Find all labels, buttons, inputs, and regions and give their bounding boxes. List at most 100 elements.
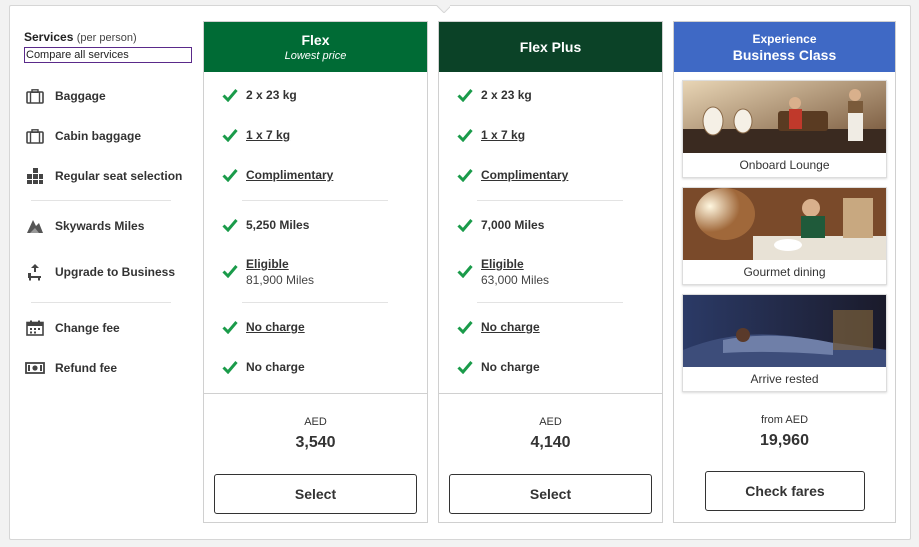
checkmark-icon xyxy=(222,129,238,142)
select-flex-button[interactable]: Select xyxy=(214,474,417,514)
service-label: Upgrade to Business xyxy=(55,265,176,279)
services-title-text: Services xyxy=(24,30,74,44)
upgrade-miles: 63,000 Miles xyxy=(481,273,550,287)
miles-value: 5,250 Miles xyxy=(246,218,310,232)
card-caption: Onboard Lounge xyxy=(739,158,830,172)
checkmark-icon xyxy=(457,219,473,232)
service-seat-selection: Regular seat selection xyxy=(25,167,182,185)
checkmark-icon xyxy=(222,169,238,182)
compare-all-services-link[interactable]: Compare all services xyxy=(24,47,192,63)
miles-value: 7,000 Miles xyxy=(481,218,545,232)
fare-cell-baggage: 2 x 23 kg xyxy=(222,88,297,102)
arrive-rested-image xyxy=(683,295,886,367)
service-label: Cabin baggage xyxy=(55,129,142,143)
fare-cell-change: No charge xyxy=(457,320,540,334)
fare-cell-seat: Complimentary xyxy=(222,168,333,182)
service-skywards: Skywards Miles xyxy=(25,217,144,235)
refund-fee-value: No charge xyxy=(246,360,305,374)
column-divider xyxy=(242,200,388,201)
fare-price: 3,540 xyxy=(295,434,336,451)
fare-column-flex: Flex Lowest price 2 x 23 kg 1 x 7 kg Com… xyxy=(203,21,428,523)
skywards-icon xyxy=(25,217,45,235)
currency-label: AED xyxy=(304,416,327,428)
checkmark-icon xyxy=(222,321,238,334)
card-caption: Arrive rested xyxy=(750,372,819,386)
checkmark-icon xyxy=(222,265,238,278)
service-refund-fee: Refund fee xyxy=(25,359,117,377)
experience-card-dining[interactable]: Gourmet dining xyxy=(682,187,887,285)
services-title: Services (per person) xyxy=(24,30,196,44)
fare-cell-miles: 5,250 Miles xyxy=(222,218,309,232)
fare-cell-cabin: 1 x 7 kg xyxy=(457,128,525,142)
from-price-label: from AED xyxy=(760,414,809,426)
service-upgrade: Upgrade to Business xyxy=(25,263,175,281)
business-class-column: Experience Business Class Onboard Lounge xyxy=(673,21,896,523)
service-cabin-baggage: Cabin baggage xyxy=(25,127,141,145)
experience-card-rest[interactable]: Arrive rested xyxy=(682,294,887,392)
gourmet-dining-image xyxy=(683,188,886,260)
currency-label: AED xyxy=(539,416,562,428)
checkmark-icon xyxy=(222,219,238,232)
calendar-icon xyxy=(25,319,45,337)
business-class-label: Business Class xyxy=(732,46,837,63)
cabin-baggage-link[interactable]: 1 x 7 kg xyxy=(481,128,525,142)
seat-selection-link[interactable]: Complimentary xyxy=(246,168,333,182)
service-baggage: Baggage xyxy=(25,87,106,105)
select-flex-plus-button[interactable]: Select xyxy=(449,474,652,514)
service-label: Regular seat selection xyxy=(55,169,183,183)
fare-cell-seat: Complimentary xyxy=(457,168,568,182)
card-caption: Gourmet dining xyxy=(743,265,826,279)
service-label: Refund fee xyxy=(55,361,118,375)
checkmark-icon xyxy=(457,361,473,374)
fare-price: 4,140 xyxy=(530,434,571,451)
checkmark-icon xyxy=(457,129,473,142)
price-area: AED 3,540 Select xyxy=(204,393,427,523)
checkmark-icon xyxy=(222,89,238,102)
service-change-fee: Change fee xyxy=(25,319,120,337)
service-label: Change fee xyxy=(55,321,120,335)
services-header: Services (per person) Compare all servic… xyxy=(24,30,196,63)
fare-name: Flex xyxy=(301,32,330,48)
checkmark-icon xyxy=(457,265,473,278)
checkmark-icon xyxy=(222,361,238,374)
service-label: Baggage xyxy=(55,89,106,103)
experience-card-lounge[interactable]: Onboard Lounge xyxy=(682,80,887,178)
baggage-value: 2 x 23 kg xyxy=(246,88,297,102)
change-fee-link[interactable]: No charge xyxy=(246,320,305,334)
check-fares-button[interactable]: Check fares xyxy=(705,471,865,511)
seat-icon xyxy=(25,167,45,185)
suitcase-icon xyxy=(25,87,45,105)
fare-cell-refund: No charge xyxy=(222,360,305,374)
refund-fee-value: No charge xyxy=(481,360,540,374)
fare-header: Flex Plus xyxy=(439,22,662,72)
upgrade-seat-icon xyxy=(25,263,45,281)
cabin-baggage-link[interactable]: 1 x 7 kg xyxy=(246,128,290,142)
service-label: Skywards Miles xyxy=(55,219,145,233)
per-person-note: (per person) xyxy=(76,32,137,44)
fare-cell-upgrade: Eligible 81,900 Miles xyxy=(222,257,314,287)
business-class-header[interactable]: Experience Business Class xyxy=(674,22,895,72)
fare-cell-baggage: 2 x 23 kg xyxy=(457,88,532,102)
services-divider xyxy=(31,302,171,303)
column-divider xyxy=(477,302,623,303)
seat-selection-link[interactable]: Complimentary xyxy=(481,168,568,182)
fare-cell-change: No charge xyxy=(222,320,305,334)
fare-subtitle: Lowest price xyxy=(284,50,347,62)
checkmark-icon xyxy=(457,89,473,102)
fare-cell-cabin: 1 x 7 kg xyxy=(222,128,290,142)
upgrade-eligible-link[interactable]: Eligible xyxy=(246,257,289,271)
fare-name: Flex Plus xyxy=(519,39,582,55)
checkmark-icon xyxy=(457,169,473,182)
banknote-icon xyxy=(25,359,45,377)
fare-cell-miles: 7,000 Miles xyxy=(457,218,544,232)
business-price: 19,960 xyxy=(760,432,809,449)
change-fee-link[interactable]: No charge xyxy=(481,320,540,334)
checkmark-icon xyxy=(457,321,473,334)
fare-cell-upgrade: Eligible 63,000 Miles xyxy=(457,257,549,287)
column-divider xyxy=(242,302,388,303)
price-area: AED 4,140 Select xyxy=(439,393,662,523)
upgrade-eligible-link[interactable]: Eligible xyxy=(481,257,524,271)
fare-cell-refund: No charge xyxy=(457,360,540,374)
services-divider xyxy=(31,200,171,201)
fare-column-flex-plus: Flex Plus 2 x 23 kg 1 x 7 kg Complimenta… xyxy=(438,21,663,523)
